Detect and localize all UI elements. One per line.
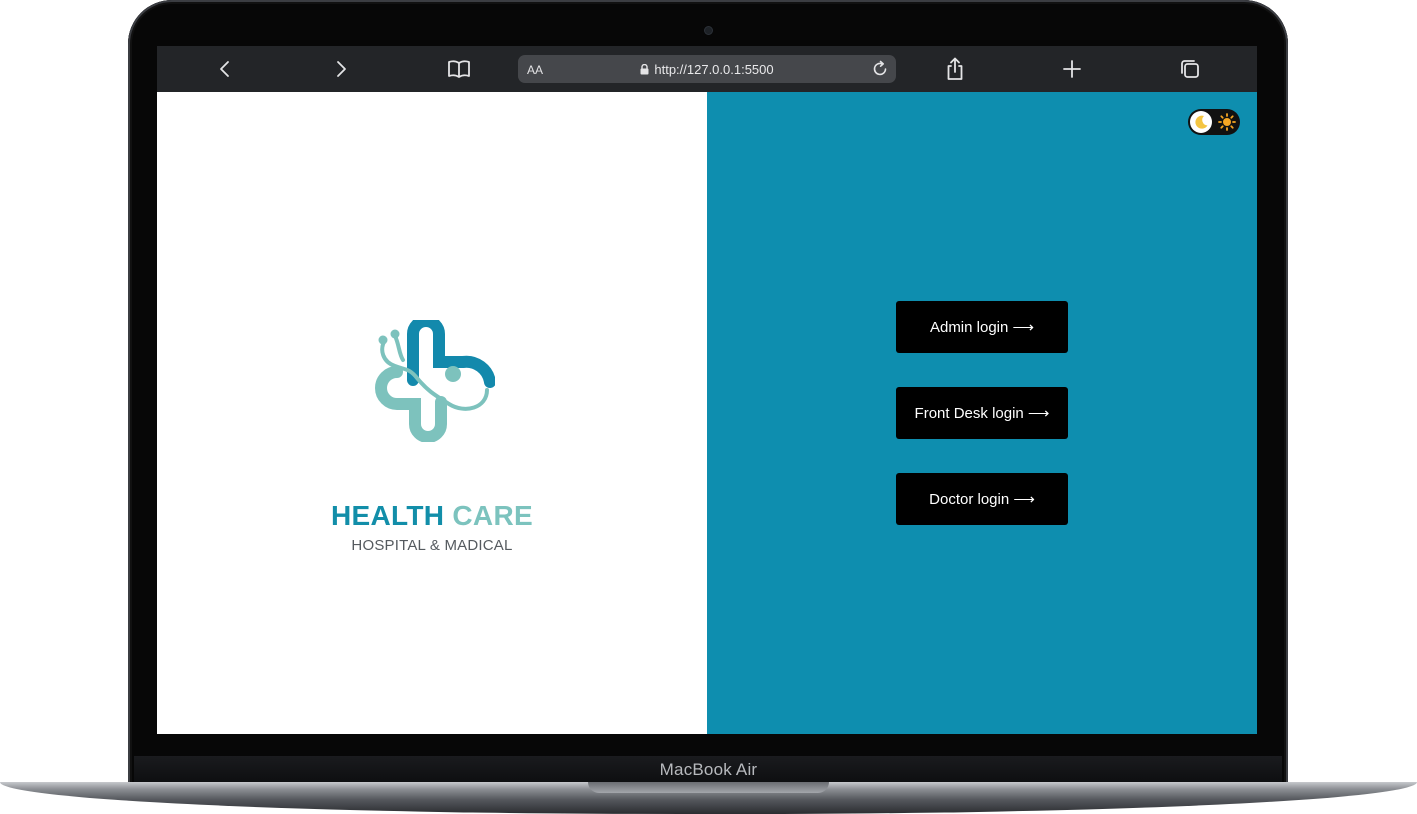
moon-icon	[1195, 115, 1208, 129]
brand-panel: HEALTH CARE HOSPITAL & MADICAL	[157, 92, 707, 734]
bookmarks-button[interactable]	[444, 54, 474, 84]
new-tab-button[interactable]	[1057, 54, 1087, 84]
forward-button[interactable]	[326, 54, 356, 84]
doctor-login-button[interactable]: Doctor login ⟶	[896, 473, 1068, 525]
laptop-notch	[588, 782, 829, 793]
camera-dot	[704, 26, 713, 35]
book-icon	[448, 60, 470, 78]
theme-toggle[interactable]	[1188, 109, 1240, 135]
brand-tagline: HOSPITAL & MADICAL	[351, 537, 513, 554]
back-button[interactable]	[210, 54, 240, 84]
web-page: HEALTH CARE HOSPITAL & MADICAL Admin log…	[157, 92, 1257, 734]
plus-icon	[1063, 60, 1081, 78]
chevron-left-icon	[220, 61, 229, 77]
tabs-overview-button[interactable]	[1175, 54, 1205, 84]
sun-icon	[1218, 113, 1236, 131]
front-desk-login-button[interactable]: Front Desk login ⟶	[896, 387, 1068, 439]
login-panel: Admin login ⟶ Front Desk login ⟶ Doctor …	[707, 92, 1257, 734]
address-bar[interactable]: AA http://127.0.0.1:5500	[518, 55, 896, 83]
chevron-right-icon	[337, 61, 346, 77]
brand-word-health: HEALTH	[331, 500, 445, 531]
brand-word-care: CARE	[452, 500, 533, 531]
brand-title: HEALTH CARE	[157, 500, 707, 532]
tabs-icon	[1181, 60, 1199, 78]
url-display: http://127.0.0.1:5500	[518, 62, 896, 77]
screen: AA http://127.0.0.1:5500 HEALTH CARE HOS…	[157, 46, 1257, 734]
admin-login-button[interactable]: Admin login ⟶	[896, 301, 1068, 353]
share-button[interactable]	[940, 54, 970, 84]
reload-icon[interactable]	[870, 59, 890, 79]
lock-icon	[640, 64, 649, 75]
browser-toolbar: AA http://127.0.0.1:5500	[157, 46, 1257, 92]
health-cross-stethoscope-icon	[375, 320, 495, 442]
device-label: MacBook Air	[659, 760, 758, 779]
url-text: http://127.0.0.1:5500	[654, 62, 774, 77]
share-icon	[947, 57, 963, 80]
